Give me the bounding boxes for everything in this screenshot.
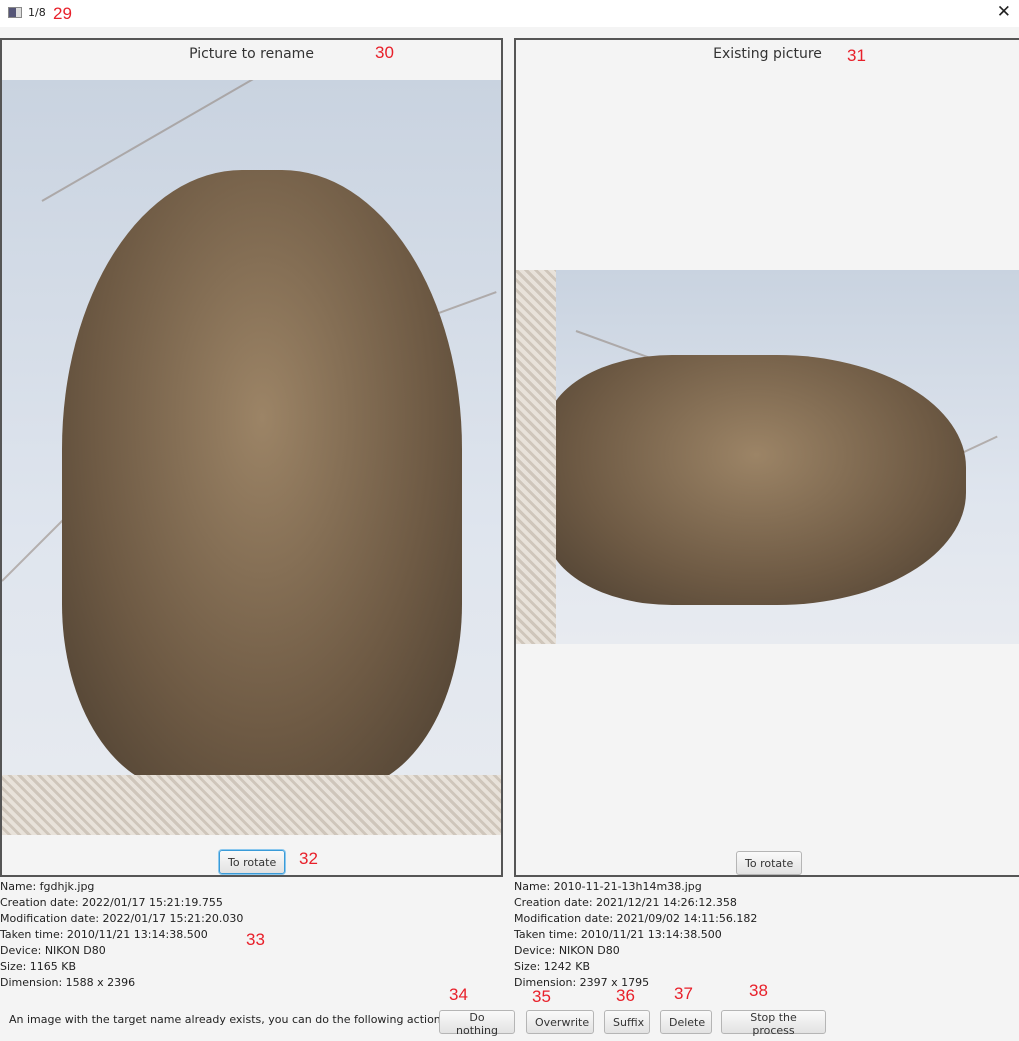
picture-to-rename-image xyxy=(2,80,501,835)
size: Size: 1242 KB xyxy=(514,960,591,973)
annotation-mark: 31 xyxy=(847,46,866,65)
existing-picture-image xyxy=(516,270,1019,644)
annotation-mark: 30 xyxy=(375,43,394,62)
annotation-mark: 32 xyxy=(299,849,318,868)
name: Name: 2010-11-21-13h14m38.jpg xyxy=(514,880,702,893)
annotation-mark: 33 xyxy=(246,930,265,949)
size: Size: 1165 KB xyxy=(0,960,77,973)
window-title: 1/8 xyxy=(28,6,46,19)
device: Device: NIKON D80 xyxy=(0,944,106,957)
taken-time: Taken time: 2010/11/21 13:14:38.500 xyxy=(0,928,208,941)
left-rotate-button[interactable]: To rotate xyxy=(219,850,286,874)
annotation-mark: 37 xyxy=(674,984,693,1003)
panel-title: Existing picture xyxy=(713,46,822,62)
title-bar: 1/8 ✕ xyxy=(0,0,1019,27)
annotation-mark: 36 xyxy=(616,986,635,1005)
annotation-mark: 38 xyxy=(749,981,768,1000)
stop-process-button[interactable]: Stop the process xyxy=(721,1010,826,1037)
creation-date: Creation date: 2022/01/17 15:21:19.755 xyxy=(0,896,223,909)
device: Device: NIKON D80 xyxy=(514,944,620,957)
left-info: Name: fgdhjk.jpg Creation date: 2022/01/… xyxy=(0,879,243,991)
conflict-message: An image with the target name already ex… xyxy=(9,1013,451,1026)
name: Name: fgdhjk.jpg xyxy=(0,880,95,893)
right-rotate-button[interactable]: To rotate xyxy=(736,851,803,875)
annotation-mark: 29 xyxy=(53,4,72,23)
panel-title: Picture to rename xyxy=(189,46,314,62)
annotation-mark: 34 xyxy=(449,985,468,1004)
modification-date: Modification date: 2022/01/17 15:21:20.0… xyxy=(0,912,244,925)
do-nothing-button[interactable]: Do nothing xyxy=(439,1010,515,1037)
picture-to-rename-panel: Picture to rename To rotate xyxy=(0,38,503,877)
right-info: Name: 2010-11-21-13h14m38.jpg Creation d… xyxy=(514,879,757,991)
app-window-icon xyxy=(8,7,22,18)
suffix-button[interactable]: Suffix xyxy=(604,1010,650,1034)
taken-time: Taken time: 2010/11/21 13:14:38.500 xyxy=(514,928,722,941)
dimension: Dimension: 1588 x 2396 xyxy=(0,976,136,989)
annotation-mark: 35 xyxy=(532,987,551,1006)
existing-picture-panel: Existing picture To rotate xyxy=(514,38,1019,877)
overwrite-button[interactable]: Overwrite xyxy=(526,1010,594,1034)
creation-date: Creation date: 2021/12/21 14:26:12.358 xyxy=(514,896,737,909)
modification-date: Modification date: 2021/09/02 14:11:56.1… xyxy=(514,912,758,925)
delete-button[interactable]: Delete xyxy=(660,1010,712,1034)
close-x-icon[interactable]: ✕ xyxy=(997,2,1011,22)
